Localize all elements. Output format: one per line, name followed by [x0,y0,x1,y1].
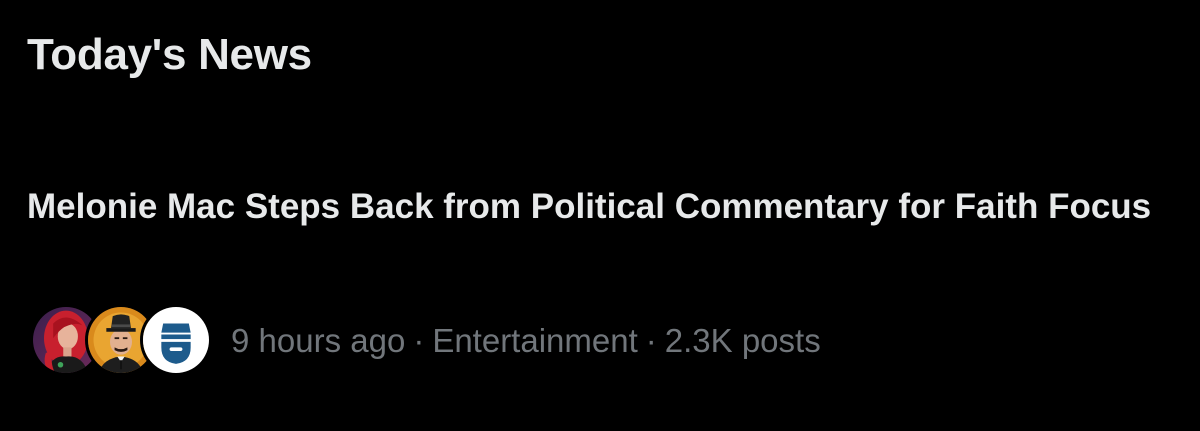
separator-dot: · [413,322,425,359]
story-headline[interactable]: Melonie Mac Steps Back from Political Co… [27,181,1167,232]
bearded-man-logo-avatar [140,304,212,376]
section-title: Today's News [27,30,312,79]
time-ago: 9 hours ago [231,322,406,359]
post-count: 2.3K posts [664,322,821,359]
category-label: Entertainment [432,322,638,359]
avatar-stack [30,301,212,381]
separator-dot: · [645,322,657,359]
story-meta-text: 9 hours ago · Entertainment · 2.3K posts [231,321,821,361]
news-story-card[interactable]: Melonie Mac Steps Back from Political Co… [0,170,1200,431]
story-meta: 9 hours ago · Entertainment · 2.3K posts [30,301,821,381]
